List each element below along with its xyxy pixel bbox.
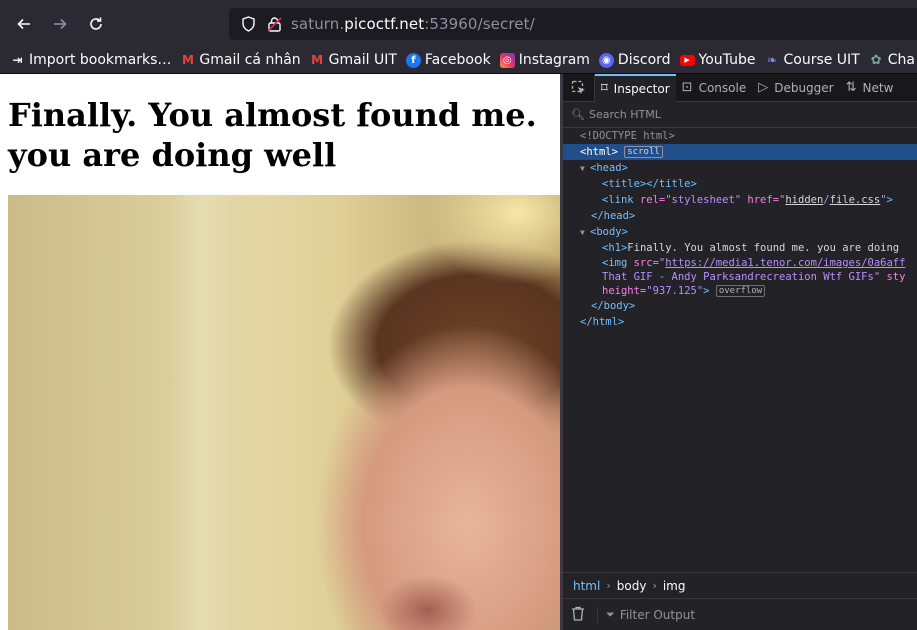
- inspector-icon: ⌑: [601, 81, 608, 96]
- devtools-panel: ⌑ Inspector ⊡ Console ▷ Debugger ⇅ Netw …: [563, 74, 917, 630]
- tab-label: Debugger: [774, 80, 834, 95]
- tab-label: Netw: [862, 80, 894, 95]
- url-text[interactable]: saturn.picoctf.net:53960/secret/: [291, 15, 535, 33]
- node-img-cont[interactable]: That GIF - Andy Parksandrecreation Wtf G…: [563, 270, 917, 284]
- expand-triangle-icon[interactable]: ▼: [580, 225, 590, 241]
- node-doctype[interactable]: <!DOCTYPE html>: [563, 128, 917, 144]
- bookmark-label: Gmail cá nhân: [199, 52, 301, 68]
- bookmark-label: Instagram: [518, 52, 590, 68]
- bookmark-discord[interactable]: ◉ Discord: [598, 52, 671, 68]
- bookmark-label: Cha: [887, 52, 915, 68]
- filter-icon: ⏷: [606, 607, 615, 621]
- bookmark-label: Gmail UIT: [328, 52, 397, 68]
- breadcrumb-img[interactable]: img: [663, 579, 686, 593]
- nav-toolbar: saturn.picoctf.net:53960/secret/: [0, 0, 917, 47]
- tab-network[interactable]: ⇅ Netw: [840, 74, 900, 102]
- trash-icon[interactable]: [571, 606, 589, 624]
- tab-label: Inspector: [613, 81, 670, 96]
- scroll-badge[interactable]: scroll: [624, 146, 663, 158]
- back-button[interactable]: [6, 6, 42, 42]
- forward-button[interactable]: [42, 6, 78, 42]
- bookmark-label: Facebook: [424, 52, 491, 68]
- node-h1[interactable]: <h1>Finally. You almost found me. you ar…: [563, 240, 917, 256]
- bookmark-chatgpt[interactable]: ✿ Cha: [869, 52, 915, 68]
- discord-icon: ◉: [598, 52, 614, 68]
- instagram-icon: ◎: [499, 52, 515, 68]
- page-heading: Finally. You almost found me. you are do…: [8, 96, 537, 174]
- url-subdomain: saturn.: [291, 15, 345, 33]
- node-link[interactable]: <link rel="stylesheet" href="hidden/file…: [563, 192, 917, 208]
- hidden-dir-link[interactable]: hidden: [785, 194, 823, 206]
- node-img[interactable]: <img src="https://media1.tenor.com/image…: [563, 256, 917, 270]
- node-html[interactable]: <html> scroll: [563, 144, 917, 160]
- node-title[interactable]: <title></title>: [563, 176, 917, 192]
- filter-output-input[interactable]: Filter Output: [620, 608, 695, 622]
- bookmark-label: Course UIT: [783, 52, 860, 68]
- facebook-icon: f: [405, 52, 421, 68]
- search-input[interactable]: Search HTML: [589, 108, 661, 121]
- url-host: picoctf.net: [344, 15, 425, 33]
- node-head[interactable]: ▼ <head>: [563, 160, 917, 176]
- picker-icon: [571, 80, 585, 94]
- node-html-close[interactable]: </html>: [563, 314, 917, 330]
- reaction-gif-image: [8, 195, 560, 630]
- reload-icon: [90, 17, 102, 30]
- markup-view: <!DOCTYPE html> <html> scroll ▼ <head> <t…: [563, 128, 917, 568]
- youtube-icon: ▶: [679, 54, 695, 66]
- url-path: :53960/secret/: [424, 15, 535, 33]
- search-icon: 🔍︎: [571, 108, 585, 121]
- node-img-cont2[interactable]: height="937.125"> overflow: [563, 284, 917, 298]
- tab-console[interactable]: ⊡ Console: [676, 74, 753, 102]
- node-head-close[interactable]: </head>: [563, 208, 917, 224]
- debugger-icon: ▷: [758, 80, 769, 95]
- bookmark-gmail-personal[interactable]: M Gmail cá nhân: [180, 52, 301, 68]
- console-filter-bar: ⏷ Filter Output: [563, 598, 917, 630]
- bookmark-youtube[interactable]: ▶ YouTube: [679, 52, 756, 68]
- chevron-right-icon: ›: [606, 579, 611, 592]
- gmail-icon: M: [181, 53, 194, 67]
- node-body-close[interactable]: </body>: [563, 298, 917, 314]
- course-icon: ❧: [766, 53, 778, 67]
- bookmark-label: Import bookmarks…: [29, 52, 172, 68]
- back-arrow-icon: [17, 18, 30, 29]
- breadcrumb-body[interactable]: body: [617, 579, 647, 593]
- gmail-icon: M: [311, 53, 324, 67]
- expand-triangle-icon[interactable]: ▼: [580, 161, 590, 177]
- bookmarks-bar: ⇥ Import bookmarks… M Gmail cá nhân M Gm…: [0, 47, 917, 74]
- chatgpt-icon: ✿: [870, 52, 882, 68]
- import-icon: ⇥: [12, 53, 23, 67]
- overflow-badge[interactable]: overflow: [715, 285, 766, 297]
- shield-icon[interactable]: [239, 15, 257, 33]
- bookmark-import[interactable]: ⇥ Import bookmarks…: [10, 52, 171, 68]
- bookmark-label: Discord: [617, 52, 671, 68]
- file-css-link[interactable]: file.css: [830, 194, 881, 206]
- reload-button[interactable]: [78, 6, 114, 42]
- browser-window: saturn.picoctf.net:53960/secret/ ⇥ Impor…: [0, 0, 917, 630]
- tab-debugger[interactable]: ▷ Debugger: [752, 74, 839, 102]
- breadcrumb: html › body › img: [563, 572, 917, 598]
- forward-arrow-icon: [54, 18, 67, 29]
- bookmark-facebook[interactable]: f Facebook: [405, 52, 491, 68]
- devtools-tabbar: ⌑ Inspector ⊡ Console ▷ Debugger ⇅ Netw: [563, 74, 917, 102]
- tab-label: Console: [698, 80, 747, 95]
- breadcrumb-html[interactable]: html: [573, 579, 600, 593]
- img-src-link[interactable]: https://media1.tenor.com/images/0a6aff: [665, 257, 905, 269]
- element-picker-button[interactable]: [563, 74, 595, 102]
- console-icon: ⊡: [681, 80, 693, 95]
- node-body[interactable]: ▼ <body>: [563, 224, 917, 240]
- tab-inspector[interactable]: ⌑ Inspector: [595, 74, 676, 102]
- bookmark-instagram[interactable]: ◎ Instagram: [499, 52, 590, 68]
- network-icon: ⇅: [845, 80, 857, 95]
- page-viewport: Finally. You almost found me. you are do…: [0, 74, 560, 630]
- insecure-lock-icon[interactable]: [265, 15, 283, 33]
- bookmark-label: YouTube: [698, 52, 756, 68]
- bookmark-course-uit[interactable]: ❧ Course UIT: [764, 52, 860, 68]
- html-search-bar[interactable]: 🔍︎ Search HTML: [563, 102, 917, 128]
- bookmark-gmail-uit[interactable]: M Gmail UIT: [310, 52, 397, 68]
- chevron-right-icon: ›: [652, 579, 657, 592]
- address-bar[interactable]: saturn.picoctf.net:53960/secret/: [229, 8, 917, 40]
